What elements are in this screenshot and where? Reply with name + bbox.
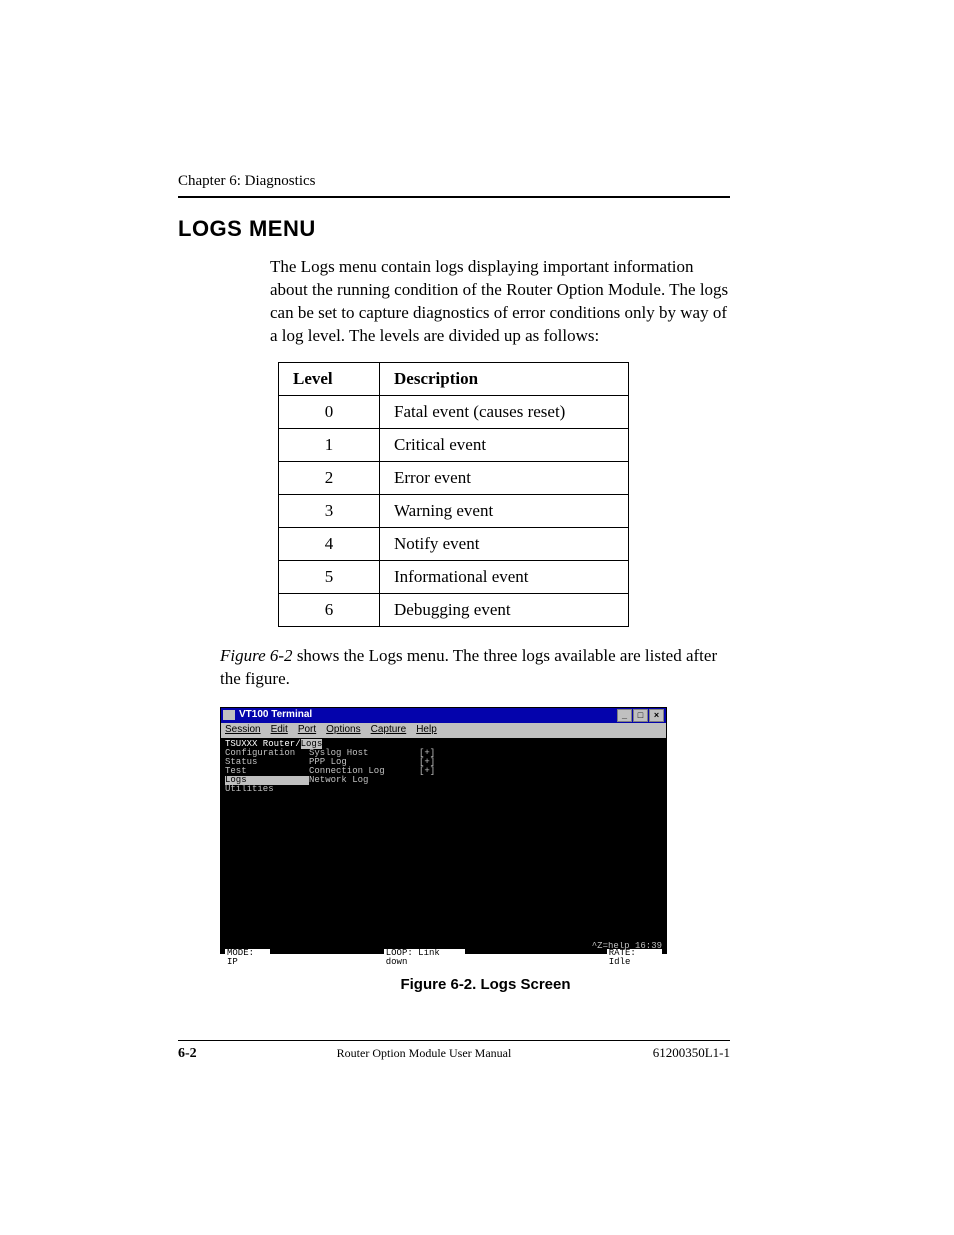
marker: [+] xyxy=(419,767,449,776)
status-mode: MODE: IP xyxy=(225,949,270,967)
close-button[interactable]: × xyxy=(649,709,664,722)
table-row: 3Warning event xyxy=(279,494,629,527)
figure-ref-text: shows the Logs menu. The three logs avai… xyxy=(220,646,717,688)
cell-desc: Informational event xyxy=(380,560,629,593)
marker-column: [+] [+] [+] xyxy=(419,749,449,794)
page-footer: 6-2 Router Option Module User Manual 612… xyxy=(178,1040,730,1062)
cell-level: 6 xyxy=(279,593,380,626)
cell-level: 0 xyxy=(279,395,380,428)
maximize-button[interactable]: □ xyxy=(633,709,648,722)
figure-reference: Figure 6-2 shows the Logs menu. The thre… xyxy=(220,645,730,691)
terminal-body: TSUXXX Router/Logs Configuration Status … xyxy=(221,738,666,942)
page-number: 6-2 xyxy=(178,1046,238,1062)
rule-bottom xyxy=(178,1040,730,1041)
figure-number: Figure 6-2 xyxy=(220,646,293,665)
minimize-button[interactable]: _ xyxy=(617,709,632,722)
right-column: Syslog Host PPP Log Connection Log Netwo… xyxy=(309,749,419,794)
figure-caption: Figure 6-2. Logs Screen xyxy=(262,976,709,993)
menu-help[interactable]: Help xyxy=(416,725,437,735)
left-item-utilities[interactable]: Utilities xyxy=(225,785,309,794)
chapter-header: Chapter 6: Diagnostics xyxy=(178,173,730,190)
th-level: Level xyxy=(279,362,380,395)
cell-level: 5 xyxy=(279,560,380,593)
left-column: Configuration Status Test Logs Utilities xyxy=(225,749,309,794)
rule-top xyxy=(178,196,730,198)
cell-desc: Notify event xyxy=(380,527,629,560)
terminal-window: VT100 Terminal _ □ × Session Edit Port O… xyxy=(220,707,667,954)
terminal-menubar: Session Edit Port Options Capture Help xyxy=(221,723,666,738)
right-item-network-log[interactable]: Network Log xyxy=(309,776,419,785)
table-row: 0Fatal event (causes reset) xyxy=(279,395,629,428)
cell-level: 2 xyxy=(279,461,380,494)
intro-paragraph: The Logs menu contain logs displaying im… xyxy=(178,256,730,348)
cell-desc: Warning event xyxy=(380,494,629,527)
cell-level: 4 xyxy=(279,527,380,560)
menu-capture[interactable]: Capture xyxy=(371,725,407,735)
status-loop: LOOP: Link down xyxy=(384,949,465,967)
cell-desc: Fatal event (causes reset) xyxy=(380,395,629,428)
cell-level: 1 xyxy=(279,428,380,461)
menu-session[interactable]: Session xyxy=(225,725,261,735)
table-row: 1Critical event xyxy=(279,428,629,461)
menu-port[interactable]: Port xyxy=(298,725,316,735)
terminal-titlebar: VT100 Terminal _ □ × xyxy=(221,708,666,723)
th-description: Description xyxy=(380,362,629,395)
table-row: 4Notify event xyxy=(279,527,629,560)
table-row: 5Informational event xyxy=(279,560,629,593)
table-row: 2Error event xyxy=(279,461,629,494)
terminal-title: VT100 Terminal xyxy=(239,710,312,720)
menu-edit[interactable]: Edit xyxy=(271,725,288,735)
document-number: 61200350L1-1 xyxy=(610,1045,730,1061)
status-line: MODE: IP LOOP: Link down RATE: Idle xyxy=(225,949,662,967)
status-rate: RATE: Idle xyxy=(607,949,662,967)
app-icon xyxy=(223,710,235,720)
table-header-row: Level Description xyxy=(279,362,629,395)
levels-table: Level Description 0Fatal event (causes r… xyxy=(278,362,629,627)
menu-options[interactable]: Options xyxy=(326,725,360,735)
manual-title: Router Option Module User Manual xyxy=(238,1046,610,1061)
section-title: LOGS MENU xyxy=(178,216,730,242)
table-row: 6Debugging event xyxy=(279,593,629,626)
cell-desc: Debugging event xyxy=(380,593,629,626)
cell-desc: Critical event xyxy=(380,428,629,461)
cell-level: 3 xyxy=(279,494,380,527)
cell-desc: Error event xyxy=(380,461,629,494)
